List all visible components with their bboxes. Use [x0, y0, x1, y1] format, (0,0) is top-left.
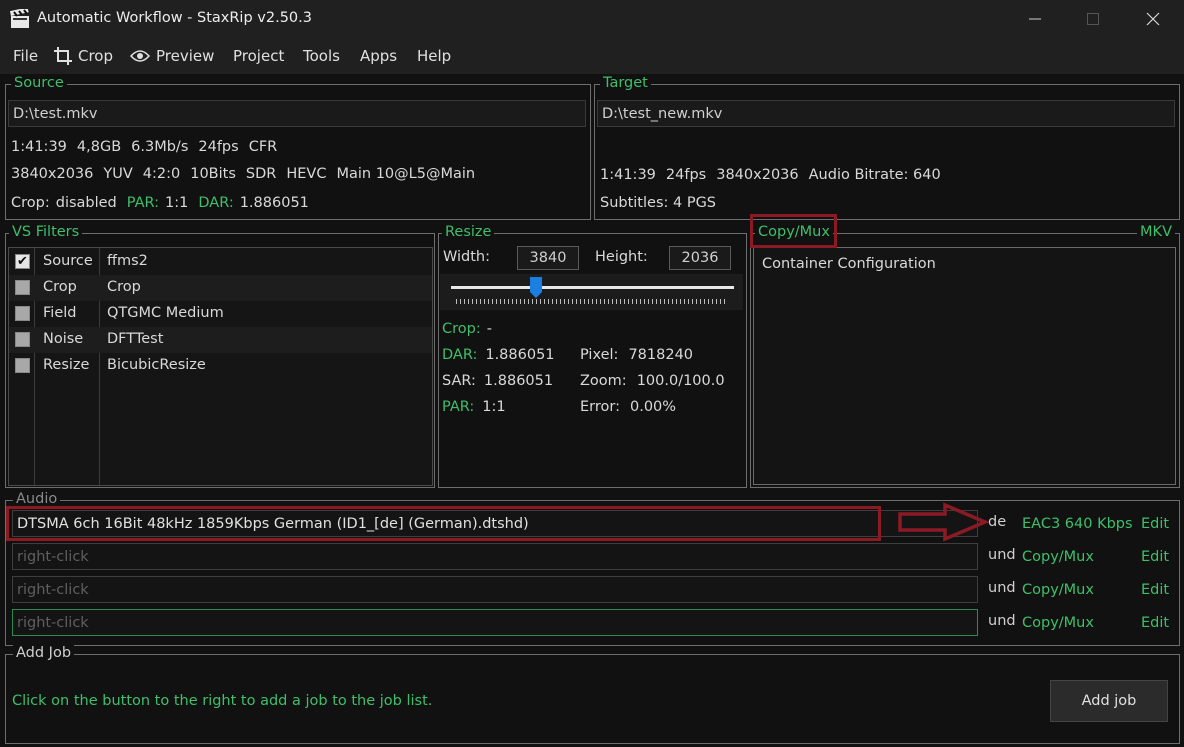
audio-track-2-codec[interactable]: Copy/Mux	[1022, 549, 1094, 565]
filter-row-field[interactable]: Field QTGMC Medium	[9, 301, 432, 327]
filter-name: BicubicResize	[107, 357, 206, 373]
target-path-field[interactable]: D:\test_new.mkv	[597, 100, 1175, 127]
width-label: Width:	[443, 249, 491, 265]
height-label: Height:	[595, 249, 648, 265]
menu-crop[interactable]: Crop	[54, 47, 113, 65]
filter-row-noise[interactable]: Noise DFTTest	[9, 327, 432, 353]
resize-crop-row: Crop: -	[442, 321, 492, 337]
filter-name: QTGMC Medium	[107, 305, 224, 321]
filter-name: Crop	[107, 279, 141, 295]
annotation-arrow-icon	[897, 502, 990, 546]
crop-icon	[54, 47, 72, 65]
target-label: Target	[600, 75, 651, 91]
container-config-panel[interactable]	[753, 247, 1176, 485]
add-job-label: Add Job	[13, 645, 75, 661]
container-config-text: Container Configuration	[762, 256, 936, 272]
window-title: Automatic Workflow - StaxRip v2.50.3	[37, 10, 312, 26]
filter-name: ffms2	[107, 253, 148, 269]
add-job-button[interactable]: Add job	[1050, 680, 1168, 722]
close-button[interactable]	[1124, 0, 1182, 38]
resize-par: PAR: 1:1	[442, 399, 506, 415]
resize-label: Resize	[442, 224, 495, 240]
checkbox-field[interactable]	[15, 306, 30, 321]
source-info-row3: Crop: disabled PAR: 1:1 DAR: 1.886051	[11, 195, 309, 211]
filter-list[interactable]: ✔ Source ffms2 Crop Crop Field QTGMC Med…	[8, 247, 433, 486]
audio-track-2-field[interactable]: right-click	[12, 543, 978, 570]
audio-track-4-edit-link[interactable]: Edit	[1141, 615, 1169, 631]
filter-category: Source	[43, 253, 93, 269]
audio-track-4-field[interactable]: right-click	[12, 609, 978, 636]
checkbox-source[interactable]: ✔	[15, 254, 30, 269]
menu-file[interactable]: File	[13, 47, 38, 65]
source-info-row1: 1:41:39 4,8GB 6.3Mb/s 24fps CFR	[11, 139, 278, 155]
resize-error: Error: 0.00%	[580, 399, 677, 415]
audio-label: Audio	[13, 491, 61, 507]
filter-name: DFTTest	[107, 331, 164, 347]
audio-track-1-codec[interactable]: EAC3 640 Kbps	[1022, 516, 1133, 532]
add-job-hint: Click on the button to the right to add …	[12, 693, 433, 709]
audio-track-2-lang[interactable]: und	[988, 547, 1016, 563]
annotation-box	[6, 506, 881, 541]
filter-category: Noise	[43, 331, 84, 347]
audio-track-4-codec[interactable]: Copy/Mux	[1022, 615, 1094, 631]
audio-track-4-lang[interactable]: und	[988, 613, 1016, 629]
checkbox-resize[interactable]	[15, 358, 30, 373]
audio-track-1-edit-link[interactable]: Edit	[1141, 516, 1169, 532]
source-path-field[interactable]: D:\test.mkv	[8, 100, 586, 127]
audio-track-3-edit-link[interactable]: Edit	[1141, 582, 1169, 598]
resize-sar: SAR: 1.886051	[442, 373, 554, 389]
audio-track-1-lang[interactable]: de	[988, 514, 1006, 530]
filter-row-source[interactable]: ✔ Source ffms2	[9, 249, 432, 275]
minimize-button[interactable]	[1006, 0, 1064, 38]
resize-slider-area	[440, 274, 743, 310]
container-format-link[interactable]: MKV	[1137, 224, 1175, 240]
audio-track-3-codec[interactable]: Copy/Mux	[1022, 582, 1094, 598]
menu-preview[interactable]: Preview	[130, 47, 214, 65]
menu-apps[interactable]: Apps	[360, 47, 397, 65]
filter-category: Resize	[43, 357, 90, 373]
width-input[interactable]: 3840	[517, 246, 579, 270]
filter-category: Crop	[43, 279, 77, 295]
eye-icon	[130, 50, 150, 62]
clapperboard-icon	[9, 7, 30, 29]
audio-track-3-lang[interactable]: und	[988, 580, 1016, 596]
checkbox-crop[interactable]	[15, 280, 30, 295]
filter-category: Field	[43, 305, 77, 321]
target-subtitles: Subtitles: 4 PGS	[600, 195, 717, 211]
resize-slider[interactable]	[451, 286, 734, 289]
menu-project[interactable]: Project	[233, 47, 284, 65]
checkbox-noise[interactable]	[15, 332, 30, 347]
height-input[interactable]: 2036	[669, 246, 731, 270]
target-info-row1: 1:41:39 24fps 3840x2036 Audio Bitrate: 640	[600, 167, 941, 183]
filter-row-crop[interactable]: Crop Crop	[9, 275, 432, 301]
annotation-box	[750, 214, 837, 248]
slider-ticks	[456, 299, 728, 304]
source-label: Source	[11, 75, 67, 91]
audio-track-2-edit-link[interactable]: Edit	[1141, 549, 1169, 565]
audio-track-3-field[interactable]: right-click	[12, 576, 978, 603]
filters-label: VS Filters	[9, 224, 83, 240]
resize-zoom: Zoom: 100.0/100.0	[580, 373, 725, 389]
slider-thumb[interactable]	[529, 277, 543, 303]
source-info-row2: 3840x2036 YUV 4:2:0 10Bits SDR HEVC Main 10@L5…	[11, 166, 476, 182]
resize-pixel: Pixel: 7818240	[580, 347, 694, 363]
maximize-button[interactable]	[1064, 0, 1122, 38]
filter-row-resize[interactable]: Resize BicubicResize	[9, 353, 432, 379]
menu-help[interactable]: Help	[417, 47, 451, 65]
menu-tools[interactable]: Tools	[303, 47, 340, 65]
resize-dar: DAR: 1.886051	[442, 347, 555, 363]
